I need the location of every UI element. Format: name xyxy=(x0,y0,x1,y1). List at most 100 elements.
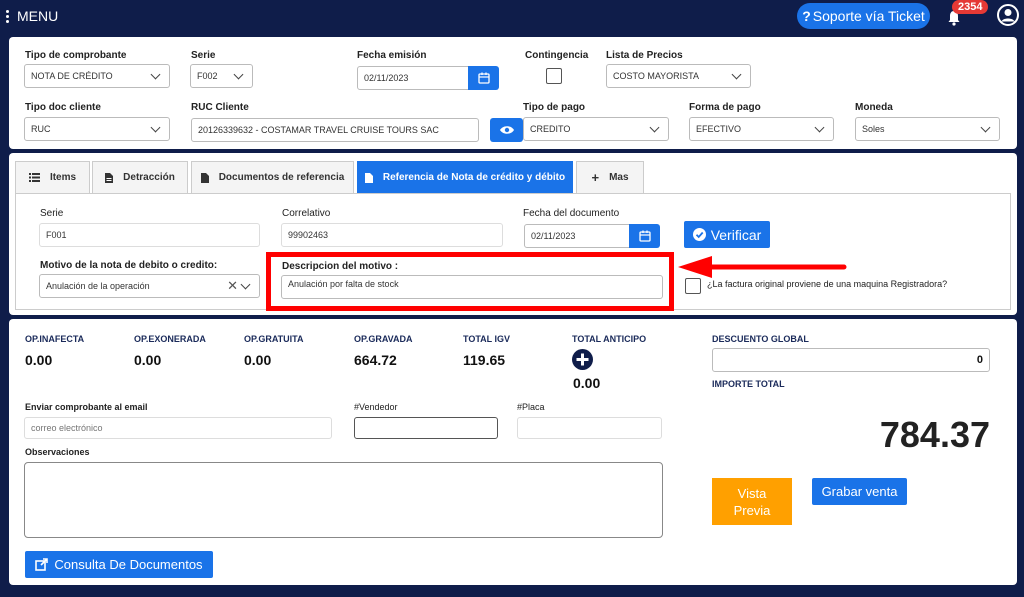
chevron-down-icon xyxy=(731,69,742,79)
registradora-checkbox[interactable] xyxy=(685,278,701,294)
tab-documentos-referencia[interactable]: Documentos de referencia xyxy=(191,161,354,193)
email-label: Enviar comprobante al email xyxy=(25,402,148,412)
support-ticket-label: Soporte vía Ticket xyxy=(812,8,925,24)
motivo-value: Anulación de la operación xyxy=(46,281,150,291)
tab-items-label: Items xyxy=(49,172,77,183)
serie-select[interactable]: F002 xyxy=(190,64,253,88)
correlativo-label: Correlativo xyxy=(282,208,331,219)
tipo-pago-label: Tipo de pago xyxy=(523,102,586,113)
ruc-cliente-input[interactable]: 20126339632 - COSTAMAR TRAVEL CRUISE TOU… xyxy=(191,118,479,142)
correlativo-input[interactable]: 99902463 xyxy=(281,223,503,247)
tab-detraccion[interactable]: Detracción xyxy=(92,161,188,193)
menu-button[interactable]: MENU xyxy=(6,8,58,24)
fecha-documento-input[interactable]: 02/11/2023 xyxy=(524,224,630,248)
descuento-global-label: DESCUENTO GLOBAL xyxy=(712,334,809,344)
placa-label: #Placa xyxy=(517,402,545,412)
placa-input[interactable] xyxy=(517,417,662,439)
eye-icon xyxy=(499,126,514,134)
importe-total-label: IMPORTE TOTAL xyxy=(712,379,785,389)
observaciones-label: Observaciones xyxy=(25,447,90,457)
calendar-icon xyxy=(638,230,651,242)
grabar-venta-button[interactable]: Grabar venta xyxy=(812,478,907,505)
observaciones-textarea[interactable] xyxy=(24,462,663,538)
chevron-down-icon xyxy=(980,122,991,132)
contingencia-label: Contingencia xyxy=(525,50,589,61)
contingencia-checkbox[interactable] xyxy=(546,68,562,84)
descripcion-label: Descripcion del motivo : xyxy=(282,261,399,272)
user-avatar-icon[interactable] xyxy=(997,4,1019,26)
tipo-doc-cliente-value: RUC xyxy=(31,124,51,134)
verificar-label: Verificar xyxy=(710,226,762,243)
clear-icon[interactable]: ✕ xyxy=(227,278,238,294)
moneda-select[interactable]: Soles xyxy=(855,117,1000,141)
verificar-button[interactable]: Verificar xyxy=(684,221,770,248)
forma-pago-label: Forma de pago xyxy=(689,102,761,113)
tab-documentos-referencia-label: Documentos de referencia xyxy=(218,172,345,183)
moneda-label: Moneda xyxy=(855,102,893,113)
tab-detraccion-label: Detracción xyxy=(123,172,175,183)
view-client-button[interactable] xyxy=(490,118,523,142)
forma-pago-select[interactable]: EFECTIVO xyxy=(689,117,834,141)
op-gratuita-label: OP.GRATUITA xyxy=(244,334,304,344)
vista-previa-button[interactable]: Vista Previa xyxy=(712,478,792,525)
fecha-emision-label: Fecha emisión xyxy=(357,50,427,61)
chevron-down-icon xyxy=(814,122,825,132)
ruc-cliente-label: RUC Cliente xyxy=(191,102,249,113)
check-circle-icon xyxy=(692,228,706,241)
op-inafecta-value: 0.00 xyxy=(25,352,53,368)
moneda-value: Soles xyxy=(862,124,885,134)
tab-items[interactable]: Items xyxy=(15,161,90,193)
tipo-comprobante-select[interactable]: NOTA DE CRÉDITO xyxy=(24,64,170,88)
consulta-documentos-label: Consulta De Documentos xyxy=(54,557,203,572)
op-exonerada-value: 0.00 xyxy=(134,352,162,368)
file-icon xyxy=(364,172,373,183)
tipo-doc-cliente-select[interactable]: RUC xyxy=(24,117,170,141)
tab-referencia-nota[interactable]: Referencia de Nota de crédito y débito xyxy=(357,161,573,193)
fecha-emision-calendar-button[interactable] xyxy=(468,66,499,90)
ref-serie-input[interactable]: F001 xyxy=(39,223,260,247)
consulta-documentos-button[interactable]: Consulta De Documentos xyxy=(25,551,213,578)
support-ticket-button[interactable]: ? Soporte vía Ticket xyxy=(797,3,930,29)
ref-serie-label: Serie xyxy=(40,208,64,219)
op-exonerada-label: OP.EXONERADA xyxy=(134,334,206,344)
lista-precios-label: Lista de Precios xyxy=(606,50,683,61)
op-gratuita-value: 0.00 xyxy=(244,352,272,368)
total-anticipo-value: 0.00 xyxy=(573,375,601,391)
fecha-documento-label: Fecha del documento xyxy=(523,208,620,219)
total-anticipo-label: TOTAL ANTICIPO xyxy=(572,334,647,344)
share-icon xyxy=(35,558,49,571)
vendedor-input[interactable] xyxy=(354,417,498,439)
kebab-menu-icon xyxy=(6,9,9,23)
lista-precios-select[interactable]: COSTO MAYORISTA xyxy=(606,64,751,88)
tab-referencia-nota-label: Referencia de Nota de crédito y débito xyxy=(382,172,566,183)
op-gravada-label: OP.GRAVADA xyxy=(354,334,413,344)
plus-icon: + xyxy=(591,170,600,185)
tipo-comprobante-value: NOTA DE CRÉDITO xyxy=(31,71,113,81)
serie-label: Serie xyxy=(191,50,216,61)
tipo-pago-select[interactable]: CREDITO xyxy=(523,117,669,141)
tab-mas[interactable]: + Mas xyxy=(576,161,644,193)
op-inafecta-label: OP.INAFECTA xyxy=(25,334,85,344)
annotation-arrow xyxy=(678,256,847,278)
lista-precios-value: COSTO MAYORISTA xyxy=(613,71,700,81)
tipo-pago-value: CREDITO xyxy=(530,124,571,134)
total-igv-label: TOTAL IGV xyxy=(463,334,511,344)
descripcion-textarea[interactable]: Anulación por falta de stock xyxy=(281,275,663,299)
tab-mas-label: Mas xyxy=(609,172,629,183)
tipo-doc-cliente-label: Tipo doc cliente xyxy=(25,102,101,113)
total-igv-value: 119.65 xyxy=(463,352,506,368)
list-icon xyxy=(28,173,40,182)
add-anticipo-icon[interactable] xyxy=(572,349,593,370)
top-bar: MENU ? Soporte vía Ticket 2354 xyxy=(0,0,1024,33)
serie-value: F002 xyxy=(197,71,218,81)
motivo-select[interactable]: Anulación de la operación ✕ xyxy=(39,274,260,298)
menu-label: MENU xyxy=(17,8,59,24)
tipo-comprobante-label: Tipo de comprobante xyxy=(25,50,127,61)
fecha-documento-calendar-button[interactable] xyxy=(629,224,660,248)
email-input[interactable] xyxy=(24,417,332,439)
motivo-label: Motivo de la nota de debito o credito: xyxy=(40,260,218,271)
vendedor-label: #Vendedor xyxy=(354,402,398,412)
notification-badge: 2354 xyxy=(952,0,989,14)
fecha-emision-input[interactable]: 02/11/2023 xyxy=(357,66,469,90)
descuento-global-input[interactable]: 0 xyxy=(712,348,990,372)
